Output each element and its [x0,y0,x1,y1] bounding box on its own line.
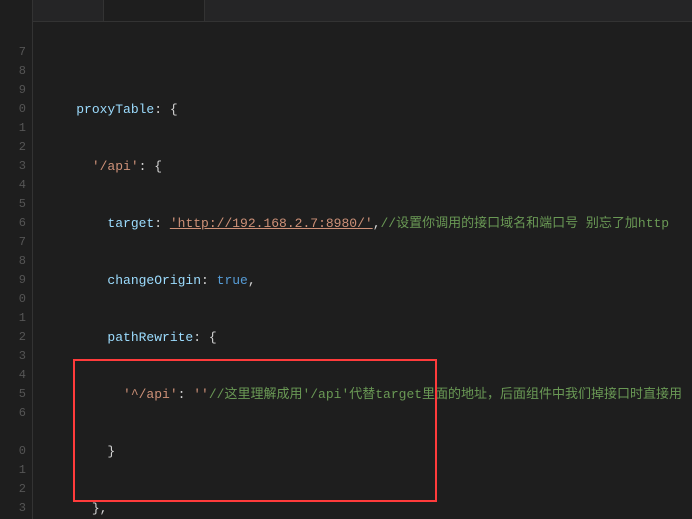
code-line: '/api': { [45,157,692,176]
line-number: 3 [0,157,26,176]
annotation-highlight-box [73,359,437,502]
code-line: '^/api': ''//这里理解成用'/api'代替target里面的地址，后… [45,385,692,404]
line-number: 0 [0,290,26,309]
line-number: 8 [0,62,26,81]
line-number [0,24,26,43]
line-number: 8 [0,252,26,271]
line-number: 9 [0,271,26,290]
line-number: 1 [0,461,26,480]
line-number [0,423,26,442]
line-number: 5 [0,195,26,214]
line-number: 3 [0,347,26,366]
code-line: } [45,442,692,461]
line-comment: //这里理解成用'/api'代替target里面的地址，后面组件中我们掉接口时直… [209,387,682,402]
line-number: 2 [0,138,26,157]
editor-tab-bar[interactable] [33,0,692,22]
line-number-gutter: 7890123456789012345601234567 [0,0,33,519]
line-number: 2 [0,480,26,499]
line-number: 6 [0,404,26,423]
target-url[interactable]: 'http://192.168.2.7:8980/' [170,216,373,231]
line-number: 7 [0,43,26,62]
property-key: proxyTable [76,102,154,117]
code-line: pathRewrite: { [45,328,692,347]
code-line: changeOrigin: true, [45,271,692,290]
line-number: 3 [0,499,26,518]
line-number: 2 [0,328,26,347]
line-number: 9 [0,81,26,100]
line-number: 1 [0,309,26,328]
code-editor[interactable]: proxyTable: { '/api': { target: 'http://… [33,0,692,519]
line-number: 1 [0,119,26,138]
line-number: 4 [0,366,26,385]
line-comment: //设置你调用的接口域名和端口号 别忘了加http [381,216,670,231]
line-number: 0 [0,442,26,461]
line-number: 6 [0,214,26,233]
route-path: '/api' [92,159,139,174]
line-number: 0 [0,100,26,119]
code-line: }, [45,499,692,518]
line-number: 5 [0,385,26,404]
code-line: proxyTable: { [45,100,692,119]
code-line: target: 'http://192.168.2.7:8980/',//设置你… [45,214,692,233]
line-number: 7 [0,233,26,252]
line-number: 4 [0,176,26,195]
